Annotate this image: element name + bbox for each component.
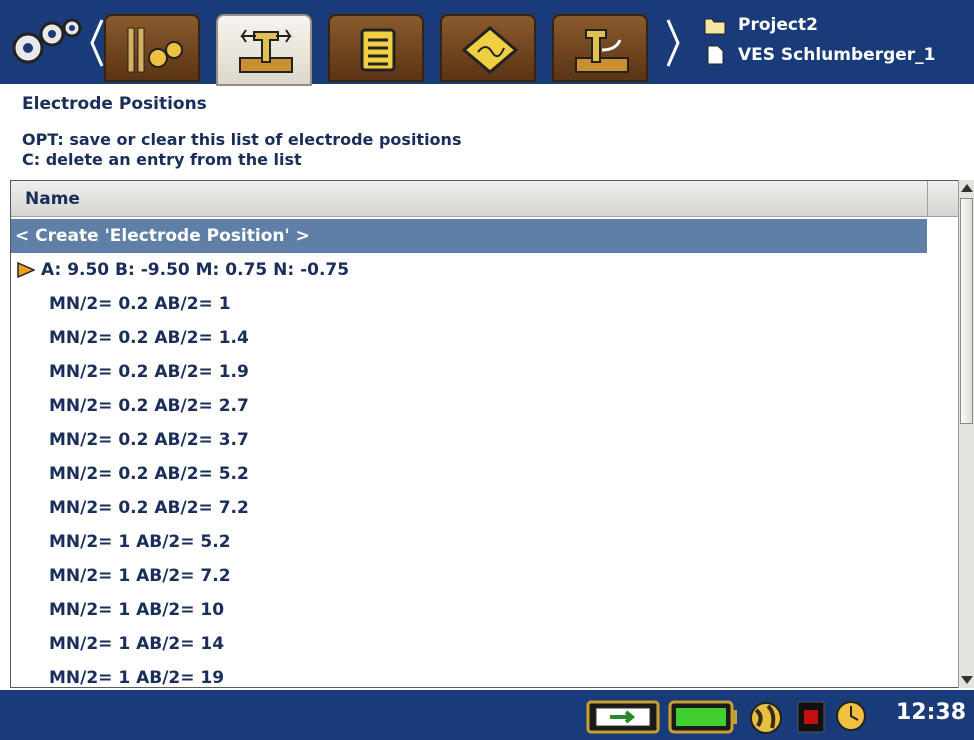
list-item[interactable]: MN/2= 0.2 AB/2= 5.2 — [11, 457, 927, 491]
page-title: Electrode Positions — [22, 94, 207, 114]
list-item[interactable]: A: 9.50 B: -9.50 M: 0.75 N: -0.75 — [11, 253, 927, 287]
scroll-up-arrow-icon[interactable] — [961, 184, 973, 192]
tab-scroll-right-button[interactable] — [666, 18, 680, 68]
project-row[interactable]: Project2 — [704, 10, 936, 40]
vertical-scrollbar[interactable] — [958, 180, 974, 688]
project-info: Project2 VES Schlumberger_1 — [704, 10, 936, 70]
electrode-position-list[interactable]: Name < Create 'Electrode Position' > A: … — [10, 180, 958, 688]
tab-electrode-measure[interactable] — [552, 14, 648, 82]
settings-gear-button[interactable] — [2, 14, 90, 76]
data-viewer-icon — [461, 26, 519, 74]
survey-row[interactable]: VES Schlumberger_1 — [704, 40, 936, 70]
list-item[interactable]: MN/2= 0.2 AB/2= 1.4 — [11, 321, 927, 355]
electrode-measure-icon — [575, 29, 629, 73]
list-item[interactable]: MN/2= 0.2 AB/2= 1 — [11, 287, 927, 321]
clock-time: 12:38 — [895, 700, 966, 725]
list-item[interactable]: MN/2= 1 AB/2= 10 — [11, 593, 927, 627]
chevron-right-icon — [666, 19, 680, 67]
notes-list-icon — [360, 28, 396, 72]
globe-alarm-icon — [750, 702, 782, 734]
list-item[interactable]: MN/2= 0.2 AB/2= 1.9 — [11, 355, 927, 389]
column-header-filler — [927, 181, 958, 217]
current-position-marker-icon — [17, 262, 35, 278]
document-icon — [707, 45, 724, 65]
tab-data-viewer[interactable] — [440, 14, 536, 82]
survey-name: VES Schlumberger_1 — [738, 45, 936, 65]
tab-survey-setup[interactable] — [216, 14, 312, 86]
create-electrode-position-item[interactable]: < Create 'Electrode Position' > — [11, 219, 927, 253]
list-item[interactable]: MN/2= 1 AB/2= 19 — [11, 661, 927, 687]
gears-icon — [12, 18, 82, 64]
tab-geophone-settings[interactable] — [104, 14, 200, 82]
list-item[interactable]: MN/2= 0.2 AB/2= 2.7 — [11, 389, 927, 423]
column-header-name[interactable]: Name — [11, 181, 927, 217]
top-bar: Project2 VES Schlumberger_1 — [0, 0, 974, 86]
list-item[interactable]: MN/2= 0.2 AB/2= 3.7 — [11, 423, 927, 457]
chevron-left-icon — [90, 19, 104, 67]
help-text-delete: C: delete an entry from the list — [22, 150, 302, 169]
survey-setup-icon — [239, 29, 293, 73]
power-plug-icon[interactable] — [586, 698, 660, 734]
list-item[interactable]: MN/2= 1 AB/2= 7.2 — [11, 559, 927, 593]
help-text-opt: OPT: save or clear this list of electrod… — [22, 130, 462, 149]
clock-icon — [836, 701, 866, 731]
record-icon — [797, 701, 825, 733]
list-item[interactable]: MN/2= 0.2 AB/2= 7.2 — [11, 491, 927, 525]
settings-geophones-icon — [127, 27, 183, 73]
folder-icon — [704, 18, 726, 35]
tab-scroll-left-button[interactable] — [90, 18, 104, 68]
project-name: Project2 — [738, 15, 818, 35]
scroll-down-arrow-icon[interactable] — [961, 676, 973, 684]
status-bar: 12:38 — [0, 690, 974, 740]
battery-icon — [668, 700, 737, 734]
list-item[interactable]: MN/2= 1 AB/2= 14 — [11, 627, 927, 661]
list-item[interactable]: MN/2= 1 AB/2= 5.2 — [11, 525, 927, 559]
scrollbar-thumb[interactable] — [960, 198, 973, 424]
tab-notes[interactable] — [328, 14, 424, 82]
